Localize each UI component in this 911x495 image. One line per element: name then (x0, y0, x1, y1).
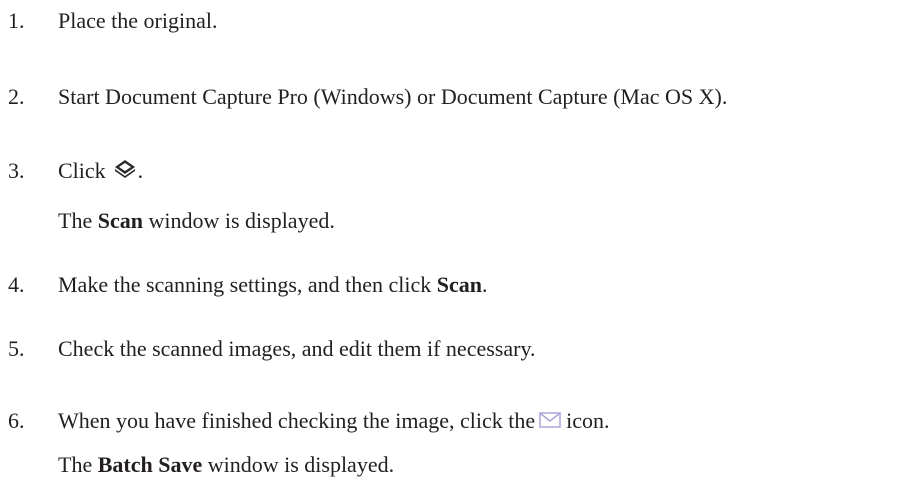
step-number: 2. (8, 84, 25, 109)
step-text: When you have finished checking the imag… (58, 408, 610, 433)
scan-window-name: Scan (97, 208, 143, 233)
step-number: 6. (8, 408, 25, 433)
step-text: Make the scanning settings, and then cli… (58, 272, 488, 297)
mail-icon (539, 408, 561, 428)
step-3-result: The Scan window is displayed. (58, 208, 335, 233)
step-text: Start Document Capture Pro (Windows) or … (58, 84, 728, 109)
step-text: Place the original. (58, 8, 218, 33)
step-text: Click . (58, 158, 143, 184)
step-number: 1. (8, 8, 25, 33)
step-text-pre: Click (58, 158, 106, 183)
scanner-icon (112, 158, 138, 180)
step-number: 3. (8, 158, 25, 183)
step-6-result: The Batch Save window is displayed. (58, 452, 395, 477)
step-number: 4. (8, 272, 25, 297)
batch-save-window-name: Batch Save (97, 452, 203, 477)
step-text-post: . (137, 158, 144, 183)
step-number: 5. (8, 336, 25, 361)
scan-button-name: Scan (436, 272, 483, 297)
step-text: Check the scanned images, and edit them … (58, 336, 536, 361)
